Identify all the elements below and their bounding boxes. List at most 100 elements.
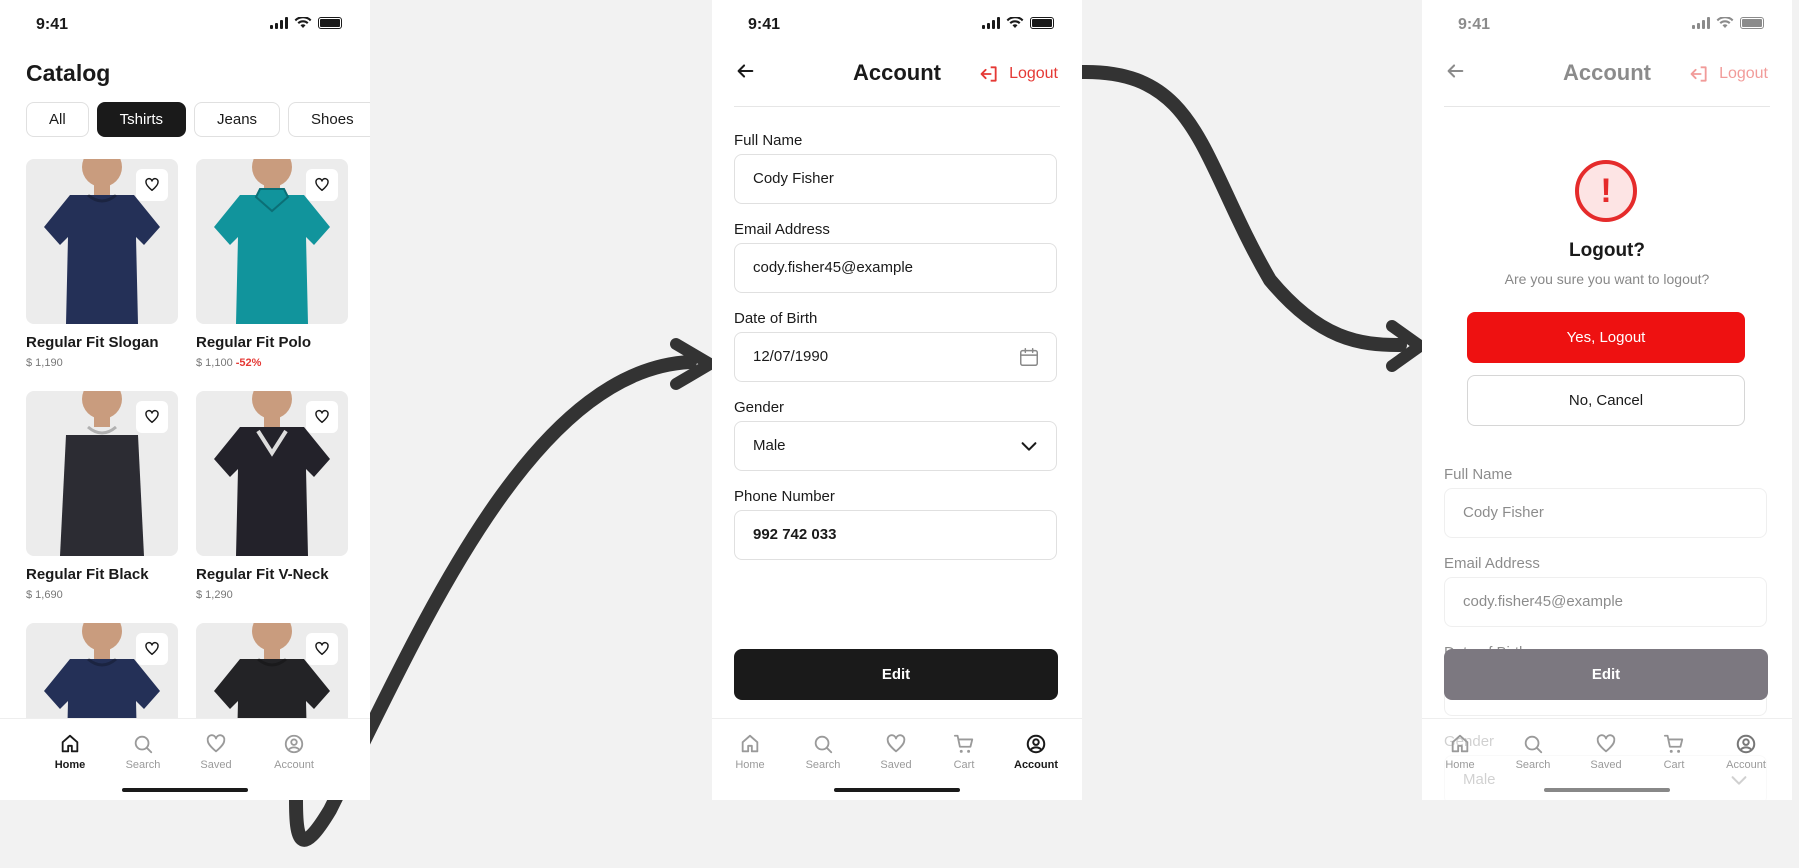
logout-button[interactable]: Logout <box>979 64 1058 84</box>
product-card[interactable]: Regular Fit Black $ 1,690 <box>26 391 178 623</box>
dob-label: Date of Birth <box>734 310 818 327</box>
logout-icon <box>1690 66 1707 82</box>
dob-field[interactable]: 12/07/1990 <box>734 332 1057 382</box>
product-card[interactable]: Regular Fit V-Neck $ 1,290 <box>196 391 348 623</box>
heart-icon <box>1596 734 1616 753</box>
header-divider <box>1444 106 1770 107</box>
favorite-button[interactable] <box>136 401 168 433</box>
cart-icon <box>1663 734 1684 753</box>
page-title: Catalog <box>26 60 111 86</box>
product-grid: Regular Fit Slogan $ 1,190 Regular Fit Po… <box>26 159 356 800</box>
chip-tshirts[interactable]: Tshirts <box>96 102 187 137</box>
status-bar: 9:41 <box>1422 0 1792 50</box>
full-name-label: Full Name <box>734 132 803 149</box>
search-icon <box>814 735 833 754</box>
discount-badge: -52% <box>235 357 262 369</box>
tab-home[interactable]: Home <box>720 733 780 771</box>
logout-dialog: ! Logout? Are you sure you want to logou… <box>1422 108 1792 428</box>
chevron-down-icon <box>1021 442 1037 451</box>
logout-button[interactable]: Logout <box>1689 64 1768 84</box>
product-image[interactable] <box>26 159 178 324</box>
wifi-icon <box>294 17 312 28</box>
calendar-icon[interactable] <box>1018 346 1040 368</box>
phone-field[interactable]: 992 742 033 <box>734 510 1057 560</box>
tab-account[interactable]: Account <box>1006 733 1066 771</box>
edit-button: Edit <box>1444 649 1768 700</box>
wifi-icon <box>1716 17 1734 28</box>
logout-icon <box>980 66 997 82</box>
category-filter: All Tshirts Jeans Shoes <box>26 102 370 137</box>
favorite-button[interactable] <box>306 401 338 433</box>
product-card[interactable]: Regular Fit Polo $ 1,100 -52% <box>196 159 348 391</box>
full-name-field[interactable]: Cody Fisher <box>734 154 1057 204</box>
status-time: 9:41 <box>1458 16 1491 33</box>
tab-search: Search <box>1503 733 1563 771</box>
chip-shoes[interactable]: Shoes <box>288 102 370 137</box>
account-header: Account Logout <box>712 50 1082 108</box>
gender-select[interactable]: Male <box>734 421 1057 471</box>
confirm-logout-button[interactable]: Yes, Logout <box>1467 312 1745 363</box>
logout-confirm-screen: 9:41 Account Logout ! Logout? Are you su… <box>1422 0 1792 800</box>
product-price: $ 1,290 <box>196 589 233 601</box>
heart-icon <box>315 177 329 192</box>
header-divider <box>734 106 1060 107</box>
cancel-logout-button[interactable]: No, Cancel <box>1467 375 1745 426</box>
alert-icon: ! <box>1575 160 1637 222</box>
tab-home: Home <box>1430 733 1490 771</box>
search-icon <box>134 735 153 754</box>
account-icon <box>284 734 304 754</box>
home-icon <box>1451 734 1469 753</box>
product-name: Regular Fit Slogan <box>26 334 159 351</box>
status-time: 9:41 <box>36 16 69 33</box>
product-card[interactable]: Regular Fit Slogan $ 1,190 <box>26 159 178 391</box>
favorite-button[interactable] <box>136 633 168 665</box>
tab-saved: Saved <box>1576 733 1636 771</box>
battery-icon <box>1030 17 1054 29</box>
dialog-message: Are you sure you want to logout? <box>1504 271 1710 287</box>
status-time: 9:41 <box>748 16 781 33</box>
home-indicator <box>1544 788 1670 792</box>
tab-bar: Home Search Saved Account <box>0 718 370 800</box>
favorite-button[interactable] <box>306 169 338 201</box>
wifi-icon <box>1006 17 1024 28</box>
email-field: cody.fisher45@example <box>1444 577 1767 627</box>
battery-icon <box>1740 17 1764 29</box>
full-name-field: Cody Fisher <box>1444 488 1767 538</box>
email-label: Email Address <box>1444 555 1540 572</box>
product-price: $ 1,690 <box>26 589 63 601</box>
tab-account: Account <box>1716 733 1776 771</box>
product-name: Regular Fit Polo <box>196 334 312 351</box>
home-icon <box>61 734 79 753</box>
chip-jeans[interactable]: Jeans <box>194 102 281 137</box>
product-price: $ 1,100 -52% <box>196 357 262 369</box>
account-icon <box>1736 734 1756 754</box>
email-field[interactable]: cody.fisher45@example <box>734 243 1057 293</box>
product-image[interactable] <box>26 391 178 556</box>
favorite-button[interactable] <box>306 633 338 665</box>
account-screen: 9:41 Account Logout Full Name Cody Fishe… <box>712 0 1082 800</box>
product-image[interactable] <box>196 159 348 324</box>
gender-label: Gender <box>734 399 785 416</box>
heart-icon <box>315 409 329 424</box>
tab-saved[interactable]: Saved <box>186 733 246 771</box>
search-icon <box>1524 735 1543 754</box>
status-bar: 9:41 <box>712 0 1082 50</box>
tab-home[interactable]: Home <box>40 733 100 771</box>
chip-all[interactable]: All <box>26 102 89 137</box>
tab-search[interactable]: Search <box>113 733 173 771</box>
tab-search[interactable]: Search <box>793 733 853 771</box>
dialog-title: Logout? <box>1569 240 1645 261</box>
tab-cart[interactable]: Cart <box>934 733 994 771</box>
edit-button[interactable]: Edit <box>734 649 1058 700</box>
product-image[interactable] <box>196 391 348 556</box>
tab-saved[interactable]: Saved <box>866 733 926 771</box>
heart-icon <box>206 734 226 753</box>
signal-icon <box>270 17 288 29</box>
account-header: Account Logout <box>1422 50 1792 108</box>
tab-account[interactable]: Account <box>264 733 324 771</box>
product-price: $ 1,190 <box>26 357 63 369</box>
product-name: Regular Fit Black <box>26 566 149 583</box>
favorite-button[interactable] <box>136 169 168 201</box>
home-indicator <box>122 788 248 792</box>
signal-icon <box>1692 17 1710 29</box>
